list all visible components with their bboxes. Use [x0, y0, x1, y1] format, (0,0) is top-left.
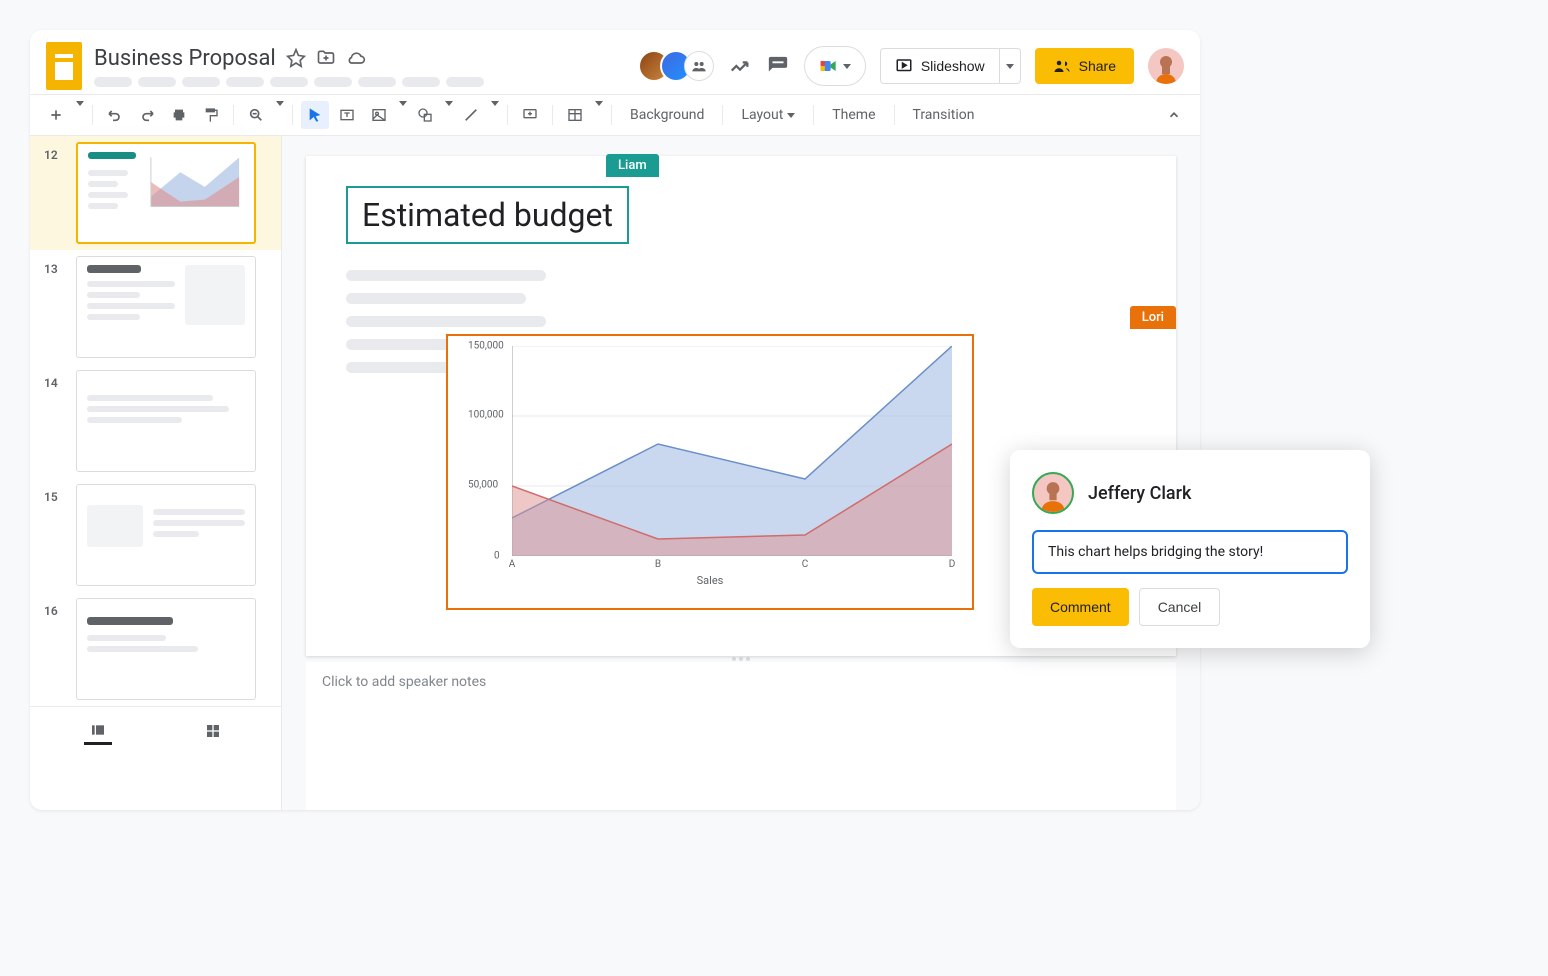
zoom-button[interactable] [242, 101, 270, 129]
comment-popup: Jeffery Clark This chart helps bridging … [1010, 450, 1370, 648]
star-icon[interactable] [286, 48, 306, 68]
print-button[interactable] [165, 101, 193, 129]
menu-bar-placeholder [94, 77, 638, 87]
chevron-down-icon[interactable] [595, 106, 603, 125]
comment-cancel-button[interactable]: Cancel [1139, 588, 1221, 626]
filmstrip-view-icon[interactable] [84, 717, 112, 745]
x-tick-label: B [655, 559, 661, 570]
background-button[interactable]: Background [620, 107, 714, 123]
table-tool[interactable] [561, 101, 589, 129]
collaborator-avatars[interactable] [638, 50, 714, 82]
textbox-tool[interactable] [333, 101, 361, 129]
chevron-down-icon [843, 64, 851, 69]
line-tool[interactable] [457, 101, 485, 129]
redo-button[interactable] [133, 101, 161, 129]
x-tick-label: D [949, 559, 956, 570]
app-window: Business Proposal [30, 30, 1200, 810]
filmstrip: 12 [30, 136, 282, 810]
share-label: Share [1079, 58, 1116, 74]
collab-cursor-label: Liam [606, 154, 659, 177]
people-icon [1053, 57, 1071, 75]
layout-button[interactable]: Layout [731, 107, 805, 123]
transition-button[interactable]: Transition [903, 107, 985, 123]
chevron-down-icon [1006, 64, 1014, 69]
comment-tool[interactable] [516, 101, 544, 129]
x-tick-label: A [509, 559, 516, 570]
chevron-down-icon [787, 113, 795, 118]
slides-logo[interactable] [46, 42, 82, 90]
meet-icon [819, 56, 839, 76]
user-avatar[interactable] [1148, 48, 1184, 84]
chart-object[interactable]: 150,000 100,000 50,000 0 [446, 334, 974, 610]
chart-axis-label: Sales [468, 574, 952, 587]
chevron-down-icon[interactable] [76, 106, 84, 125]
x-tick-label: C [802, 559, 809, 570]
cloud-status-icon[interactable] [346, 48, 366, 68]
speaker-notes[interactable]: Click to add speaker notes [306, 662, 1176, 810]
collab-cursor-label: Lori [1130, 306, 1176, 329]
slide-thumbnail[interactable]: 16 [30, 592, 281, 706]
activity-icon[interactable] [728, 54, 752, 78]
chevron-down-icon[interactable] [445, 106, 453, 125]
comment-text-input[interactable]: This chart helps bridging the story! [1032, 530, 1348, 574]
meet-button[interactable] [804, 46, 866, 86]
chevron-down-icon[interactable] [399, 106, 407, 125]
new-slide-button[interactable] [42, 101, 70, 129]
y-tick-label: 100,000 [468, 410, 504, 421]
comment-author-name: Jeffery Clark [1088, 483, 1191, 504]
toolbar: Background Layout Theme Transition [30, 94, 1200, 136]
chevron-down-icon[interactable] [491, 106, 499, 125]
slide-thumbnail[interactable]: 13 [30, 250, 281, 364]
slide-thumbnail[interactable]: 15 [30, 478, 281, 592]
grid-view-icon[interactable] [199, 717, 227, 745]
y-tick-label: 50,000 [468, 479, 498, 490]
doc-title[interactable]: Business Proposal [94, 46, 276, 71]
y-tick-label: 150,000 [468, 341, 504, 352]
move-folder-icon[interactable] [316, 48, 336, 68]
undo-button[interactable] [101, 101, 129, 129]
slideshow-dropdown[interactable] [1000, 48, 1021, 84]
slide-title: Estimated budget [362, 196, 613, 234]
slide-thumbnail[interactable]: 14 [30, 364, 281, 478]
slide-thumbnail[interactable]: 12 [30, 136, 281, 250]
y-tick-label: 0 [494, 551, 500, 562]
slideshow-button[interactable]: Slideshow [880, 48, 1000, 84]
comment-submit-button[interactable]: Comment [1032, 588, 1129, 626]
shape-tool[interactable] [411, 101, 439, 129]
slideshow-label: Slideshow [921, 58, 985, 74]
title-text-box[interactable]: Estimated budget [346, 186, 629, 244]
share-button[interactable]: Share [1035, 48, 1134, 84]
anonymous-avatar-icon[interactable] [684, 51, 714, 81]
header-bar: Business Proposal [30, 30, 1200, 94]
image-tool[interactable] [365, 101, 393, 129]
theme-button[interactable]: Theme [822, 107, 885, 123]
chevron-down-icon[interactable] [276, 106, 284, 125]
paint-format-button[interactable] [197, 101, 225, 129]
comments-icon[interactable] [766, 54, 790, 78]
select-tool[interactable] [301, 101, 329, 129]
comment-author-avatar [1032, 472, 1074, 514]
area-chart [512, 346, 952, 556]
collapse-toolbar-icon[interactable] [1160, 101, 1188, 129]
play-rect-icon [895, 57, 913, 75]
